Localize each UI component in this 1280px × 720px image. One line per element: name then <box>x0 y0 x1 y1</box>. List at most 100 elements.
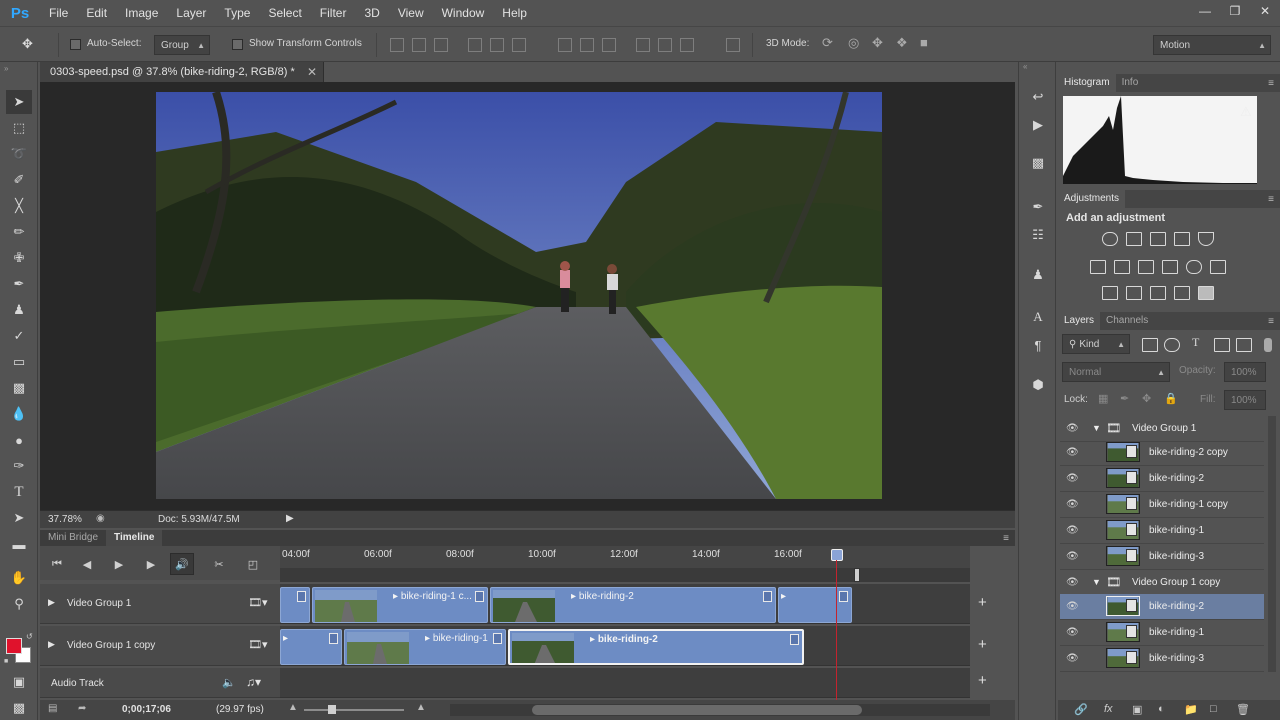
layer-bike-riding-2[interactable]: 👁 bike-riding-2 <box>1060 466 1264 492</box>
track-header-video-group-1-copy[interactable]: ▶ Video Group 1 copy 🎞▾ <box>40 626 280 666</box>
align-top-icon[interactable] <box>390 38 404 52</box>
close-icon[interactable]: ✕ <box>307 65 317 79</box>
clip-bike-riding-1-copy[interactable]: bike-riding-1 c... <box>312 587 488 623</box>
add-mask-icon[interactable]: ▣ <box>1132 703 1142 716</box>
3d-scale-icon[interactable]: ■ <box>920 35 928 50</box>
distribute-top-icon[interactable] <box>558 38 572 52</box>
expand-track-icon[interactable]: ▶ <box>48 639 55 650</box>
move-tool-icon[interactable]: ✥ <box>22 36 33 52</box>
clip-transition-icon[interactable] <box>839 591 848 602</box>
menu-layer[interactable]: Layer <box>167 0 215 26</box>
menu-file[interactable]: File <box>40 0 77 26</box>
3d-roll-icon[interactable]: ◎ <box>848 35 859 51</box>
align-hcenter-icon[interactable] <box>490 38 504 52</box>
visibility-eye-icon[interactable]: 👁 <box>1066 601 1079 612</box>
brightness-contrast-icon[interactable] <box>1102 232 1118 246</box>
menu-select[interactable]: Select <box>259 0 310 26</box>
shape-tool-icon[interactable]: ▬ <box>6 532 32 556</box>
menu-help[interactable]: Help <box>493 0 536 26</box>
brush-tool-icon[interactable]: ✒ <box>6 272 32 296</box>
link-layers-icon[interactable]: 🔗 <box>1074 703 1088 716</box>
gradient-tool-icon[interactable]: ▩ <box>6 376 32 400</box>
expand-track-icon[interactable]: ▶ <box>48 597 55 608</box>
posterize-icon[interactable] <box>1126 286 1142 300</box>
invert-icon[interactable] <box>1102 286 1118 300</box>
layer-bike-riding-1-copy[interactable]: 👁 bike-riding-1 copy <box>1060 492 1264 518</box>
align-right-icon[interactable] <box>512 38 526 52</box>
filter-type-icon[interactable]: T <box>1192 335 1199 350</box>
type-tool-icon[interactable]: T <box>6 480 32 504</box>
opacity-input[interactable]: 100% <box>1224 362 1266 382</box>
align-vcenter-icon[interactable] <box>412 38 426 52</box>
collapse-group-icon[interactable]: ▼ <box>1092 423 1101 433</box>
tab-histogram[interactable]: Histogram <box>1058 74 1116 92</box>
actions-panel-icon[interactable]: ▶ <box>1027 114 1049 136</box>
clip-bike-riding-2[interactable]: bike-riding-2 <box>490 587 776 623</box>
track-header-video-group-1[interactable]: ▶ Video Group 1 🎞▾ <box>40 584 280 624</box>
collapse-icon[interactable]: » <box>4 64 8 73</box>
zoom-tool-icon[interactable]: ⚲ <box>6 592 32 616</box>
close-icon[interactable]: ✕ <box>1250 0 1280 22</box>
marquee-tool-icon[interactable]: ⬚ <box>6 116 32 140</box>
quick-mask-icon[interactable]: ▣ <box>6 670 32 694</box>
work-area-end-handle[interactable] <box>854 568 860 582</box>
default-colors-icon[interactable]: ■ <box>4 658 8 665</box>
photo-filter-icon[interactable] <box>1162 260 1178 274</box>
restore-icon[interactable]: ❐ <box>1220 0 1250 22</box>
clip[interactable] <box>280 587 310 623</box>
character-panel-icon[interactable]: A <box>1027 306 1049 328</box>
layers-scrollbar[interactable] <box>1268 416 1276 672</box>
layer-filter-dropdown[interactable]: ⚲ Kind ▲ <box>1062 334 1130 354</box>
zoom-in-mountain-icon[interactable]: ▲ <box>416 702 426 713</box>
lock-all-icon[interactable]: 🔒 <box>1164 392 1178 405</box>
gradient-map-icon[interactable] <box>1198 286 1214 300</box>
eraser-tool-icon[interactable]: ▭ <box>6 350 32 374</box>
selective-color-icon[interactable] <box>1174 286 1190 300</box>
history-brush-tool-icon[interactable]: ✓ <box>6 324 32 348</box>
clip-transition-icon[interactable] <box>790 634 799 645</box>
fill-input[interactable]: 100% <box>1224 390 1266 410</box>
vibrance-icon[interactable] <box>1198 232 1214 246</box>
delete-layer-icon[interactable]: 🗑 <box>1236 703 1250 716</box>
first-frame-icon[interactable]: ⏮ <box>48 556 66 572</box>
layer-bike-riding-3[interactable]: 👁 bike-riding-3 <box>1060 544 1264 570</box>
auto-select-checkbox[interactable] <box>70 39 81 50</box>
threshold-icon[interactable] <box>1150 286 1166 300</box>
distribute-bottom-icon[interactable] <box>602 38 616 52</box>
visibility-eye-icon[interactable]: 👁 <box>1066 627 1079 638</box>
status-share-icon[interactable]: ◉ <box>96 513 105 524</box>
black-white-icon[interactable] <box>1138 260 1154 274</box>
visibility-eye-icon[interactable]: 👁 <box>1066 473 1079 484</box>
3d-panel-icon[interactable]: ⬢ <box>1027 374 1049 396</box>
swap-colors-icon[interactable]: ↺ <box>26 632 33 641</box>
layer-bike-riding-2-selected[interactable]: 👁 bike-riding-2 <box>1060 594 1264 620</box>
curves-icon[interactable] <box>1150 232 1166 246</box>
music-note-menu-icon[interactable]: ♫▾ <box>246 675 261 689</box>
tab-timeline[interactable]: Timeline <box>106 530 163 546</box>
3d-drag-icon[interactable]: ✥ <box>872 35 883 51</box>
film-strip-menu-icon[interactable]: 🎞▾ <box>248 596 268 609</box>
panel-menu-icon[interactable]: ≡ <box>1003 533 1009 544</box>
history-panel-icon[interactable]: ↩ <box>1027 86 1049 108</box>
new-adjustment-icon[interactable]: ◐ <box>1158 703 1165 715</box>
3d-rotate-icon[interactable]: ⟳ <box>822 35 833 51</box>
distribute-right-icon[interactable] <box>680 38 694 52</box>
menu-view[interactable]: View <box>389 0 433 26</box>
visibility-eye-icon[interactable]: 👁 <box>1066 525 1079 536</box>
filter-adjustment-icon[interactable] <box>1164 338 1180 352</box>
lock-position-icon[interactable]: ✥ <box>1142 392 1151 405</box>
tab-layers[interactable]: Layers <box>1058 312 1101 330</box>
timeline-scrollbar-thumb[interactable] <box>532 705 862 715</box>
clip-transition-icon[interactable] <box>297 591 306 602</box>
clone-source-panel-icon[interactable]: ♟ <box>1027 264 1049 286</box>
layer-bike-riding-1[interactable]: 👁 bike-riding-1 <box>1060 518 1264 544</box>
crop-tool-icon[interactable]: ╳ <box>6 194 32 218</box>
menu-edit[interactable]: Edit <box>77 0 116 26</box>
show-transform-checkbox[interactable] <box>232 39 243 50</box>
brush-panel-icon[interactable]: ✒ <box>1027 196 1049 218</box>
panel-menu-icon[interactable]: ≡ <box>1268 194 1274 205</box>
zoom-level[interactable]: 37.78% <box>48 514 82 525</box>
clip-bike-riding-2-selected[interactable]: bike-riding-2 <box>508 629 804 665</box>
clip-transition-icon[interactable] <box>329 633 338 644</box>
distribute-left-icon[interactable] <box>636 38 650 52</box>
